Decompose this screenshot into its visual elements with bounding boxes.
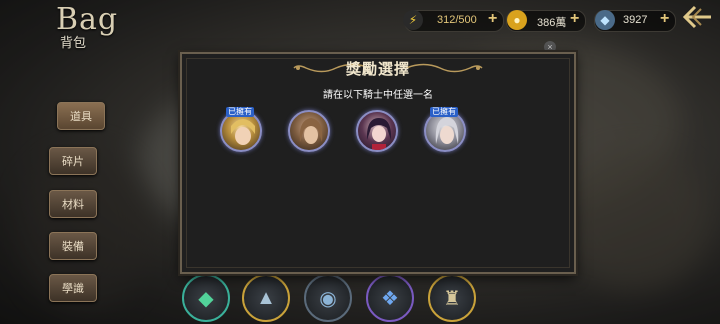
item-slot[interactable]: ◉ [304, 274, 352, 322]
bottle-icon: ♜ [443, 287, 461, 310]
reward-selection-dialog: 獎勵選擇 請在以下騎士中任選一名 已擁有 已擁有 [180, 52, 576, 274]
add-gems-button[interactable]: + [660, 9, 669, 29]
knight-portrait[interactable]: 已擁有 [424, 107, 466, 152]
item-slot[interactable]: ◆ [182, 274, 230, 322]
gem-value: 3927 [623, 14, 648, 26]
knight-portrait[interactable] [356, 110, 398, 152]
knight-face-icon [366, 118, 392, 150]
gold-coin-icon: ● [507, 10, 527, 30]
knight-portrait[interactable]: 已擁有 [220, 107, 262, 152]
item-slot[interactable]: ❖ [366, 274, 414, 322]
back-arrow-icon[interactable] [680, 4, 716, 32]
knight-face-icon [435, 117, 459, 144]
silver-ore-icon: ▲ [256, 286, 276, 309]
owned-badge: 已擁有 [226, 107, 254, 117]
knight-face-icon [231, 119, 255, 145]
tab-knowledge[interactable]: 學識 [49, 274, 97, 302]
gold-value: 386萬 [537, 17, 567, 29]
add-energy-button[interactable]: + [488, 9, 497, 29]
blue-gem-icon: ❖ [381, 287, 399, 310]
dialog-title: 獎勵選擇 [345, 61, 410, 78]
tab-fragments[interactable]: 碎片 [49, 147, 97, 175]
energy-value: 312/500 [437, 14, 477, 26]
lightning-icon: ⚡ [403, 10, 423, 30]
tab-equipment[interactable]: 裝備 [49, 232, 97, 260]
knight-portrait-frame [356, 110, 398, 152]
crystal-icon: ◆ [595, 10, 615, 30]
add-gold-button[interactable]: + [570, 9, 579, 29]
knight-face-icon [299, 118, 323, 144]
potion-icon: ◉ [319, 287, 337, 310]
item-slot[interactable]: ♜ [428, 274, 476, 322]
page-subtitle: 背包 [60, 35, 87, 50]
tab-items[interactable]: 道具 [57, 102, 105, 130]
green-crystal-icon: ◆ [198, 287, 214, 310]
knight-portrait-frame [288, 110, 330, 152]
knight-portrait[interactable] [288, 110, 330, 152]
tab-materials[interactable]: 材料 [49, 190, 97, 218]
dialog-instruction: 請在以下騎士中任選一名 [323, 90, 433, 101]
owned-badge: 已擁有 [430, 107, 458, 117]
item-slot[interactable]: ▲ [242, 274, 290, 322]
